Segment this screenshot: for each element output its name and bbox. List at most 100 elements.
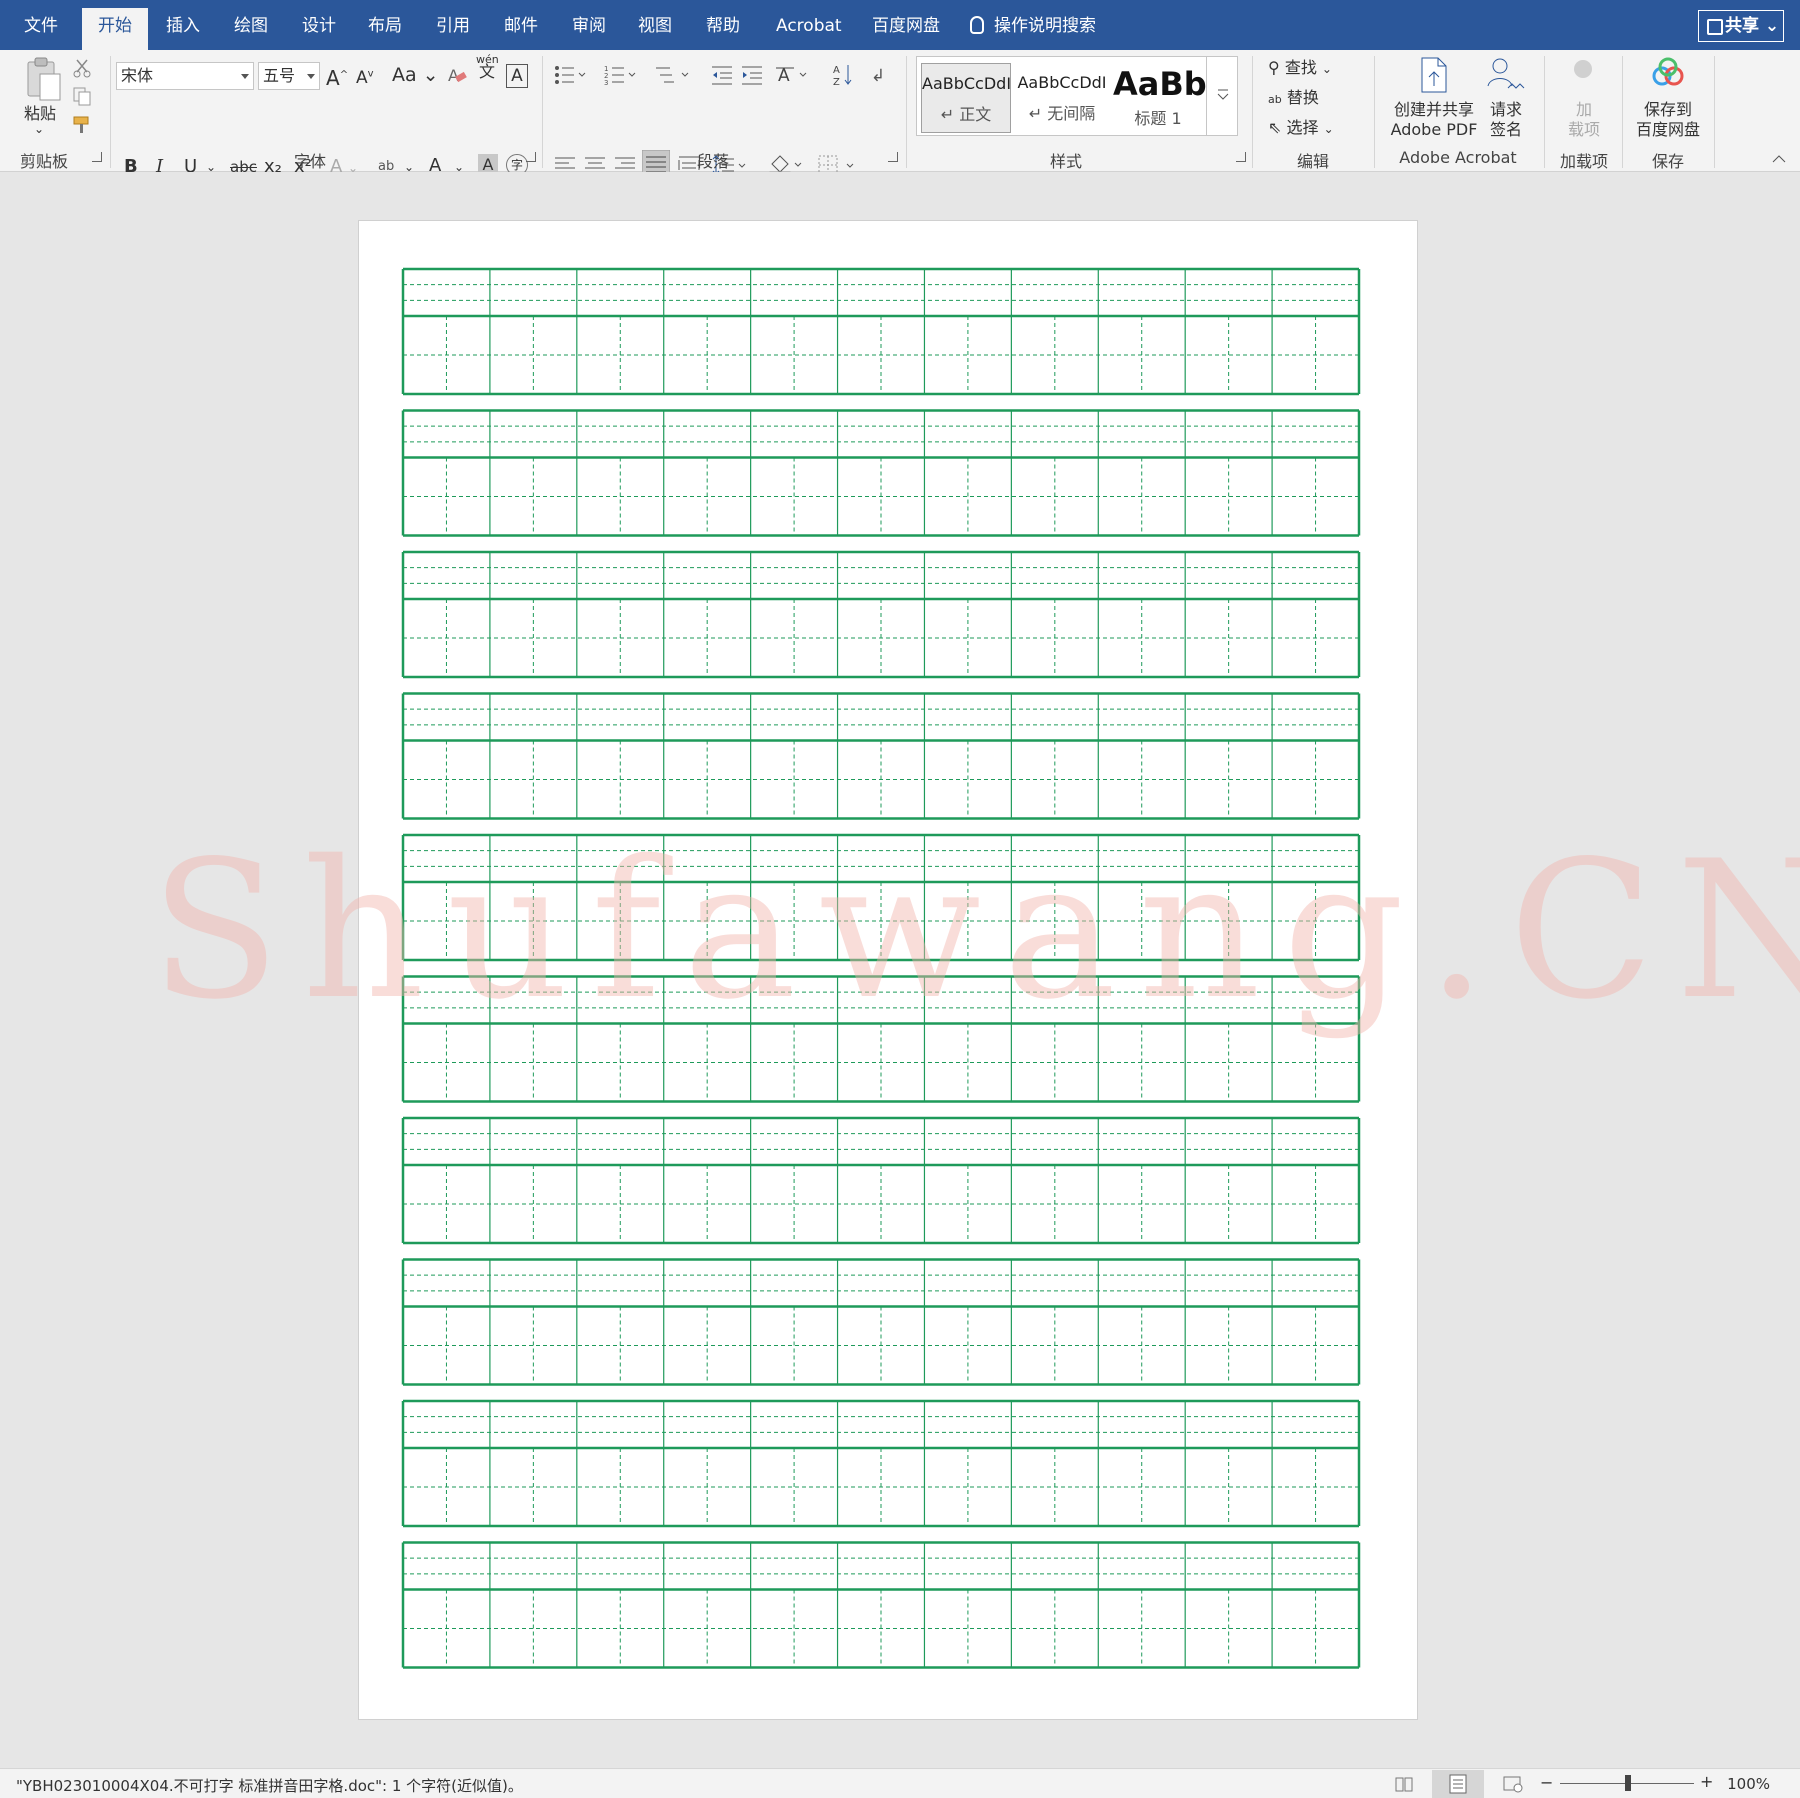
find-button[interactable]: ⚲ 查找 ⌄ bbox=[1268, 54, 1332, 78]
acrobat-group-label: Adobe Acrobat bbox=[1399, 148, 1517, 167]
numbering-icon[interactable]: 123 bbox=[604, 64, 638, 86]
style-no-spacing-sample: AaBbCcDdI bbox=[1017, 73, 1107, 92]
zoom-level[interactable]: 100% bbox=[1727, 1775, 1770, 1793]
web-layout-icon[interactable] bbox=[1502, 1775, 1524, 1793]
tab-design[interactable]: 设计 bbox=[286, 0, 352, 50]
style-normal-sample: AaBbCcDdI bbox=[922, 74, 1012, 93]
cut-icon[interactable] bbox=[72, 58, 92, 78]
tab-home[interactable]: 开始 bbox=[82, 8, 148, 50]
separator bbox=[1714, 56, 1715, 168]
request-signature-button[interactable]: 请求 签名 bbox=[1486, 100, 1526, 140]
grow-font-button[interactable]: A^ bbox=[326, 66, 348, 90]
phonetic-char: 文 bbox=[478, 62, 495, 81]
styles-group-label: 样式 bbox=[1049, 152, 1082, 171]
tab-view[interactable]: 视图 bbox=[622, 0, 688, 50]
styles-more-button[interactable] bbox=[1206, 56, 1238, 136]
save-line2: 百度网盘 bbox=[1635, 120, 1700, 139]
styles-gallery: AaBbCcDdI ↵ 正文 AaBbCcDdI ↵ 无间隔 AaBb 标题 1 bbox=[916, 56, 1238, 136]
font-size-select[interactable]: 五号 bbox=[258, 62, 320, 90]
tab-draw[interactable]: 绘图 bbox=[218, 0, 284, 50]
show-formatting-marks-icon[interactable]: ↲ bbox=[868, 64, 890, 86]
multilevel-list-icon[interactable] bbox=[654, 64, 692, 86]
tab-review[interactable]: 审阅 bbox=[556, 0, 622, 50]
separator bbox=[1544, 56, 1545, 168]
status-text: "YBH023010004X04.不可打字 标准拼音田字格.doc": 1 个字… bbox=[16, 1777, 523, 1795]
zoom-in-button[interactable]: + bbox=[1700, 1772, 1713, 1791]
tab-acrobat[interactable]: Acrobat bbox=[760, 0, 858, 50]
paste-dropdown-icon[interactable]: ⌄ bbox=[34, 122, 44, 136]
separator bbox=[906, 56, 907, 168]
style-normal[interactable]: AaBbCcDdI ↵ 正文 bbox=[921, 63, 1011, 133]
tell-me-search[interactable]: 操作说明搜索 bbox=[970, 0, 1096, 50]
style-normal-name: ↵ 正文 bbox=[940, 105, 992, 124]
paste-icon[interactable] bbox=[22, 56, 62, 104]
create-share-pdf-button[interactable]: 创建并共享 Adobe PDF bbox=[1384, 100, 1484, 140]
shrink-font-button[interactable]: Av bbox=[356, 68, 374, 88]
font-name-value: 宋体 bbox=[121, 66, 154, 85]
phonetic-guide-button[interactable]: wén 文 bbox=[476, 54, 499, 81]
tab-layout[interactable]: 布局 bbox=[352, 0, 418, 50]
font-launcher-icon[interactable] bbox=[526, 152, 536, 162]
chevron-down-icon bbox=[1217, 89, 1229, 100]
paste-button-label[interactable]: 粘贴 bbox=[18, 100, 62, 124]
separator bbox=[1622, 56, 1623, 168]
svg-text:A: A bbox=[448, 66, 459, 85]
paragraph-group-label: 段落 bbox=[696, 152, 729, 171]
clipboard-launcher-icon[interactable] bbox=[92, 152, 102, 162]
chinese-layout-icon[interactable]: A bbox=[776, 64, 810, 86]
change-case-button[interactable]: Aa ⌄ bbox=[392, 64, 439, 86]
style-no-spacing[interactable]: AaBbCcDdI ↵ 无间隔 bbox=[1017, 63, 1107, 133]
separator bbox=[1252, 56, 1253, 168]
document-area[interactable] bbox=[0, 172, 1800, 1768]
zoom-slider-thumb[interactable] bbox=[1625, 1775, 1631, 1791]
cursor-arrow-icon: ⇖ bbox=[1268, 118, 1282, 137]
addins-line2: 载项 bbox=[1567, 120, 1600, 139]
style-heading-1-sample: AaBb bbox=[1113, 65, 1207, 103]
zoom-out-button[interactable]: − bbox=[1540, 1773, 1553, 1792]
collapse-ribbon-icon[interactable] bbox=[1772, 154, 1786, 164]
ribbon: 粘贴 ⌄ 剪贴板 宋体 五号 A^ Av Aa ⌄ A wén 文 A B I U… bbox=[0, 50, 1800, 180]
baidu-netdisk-icon[interactable] bbox=[1648, 56, 1688, 90]
save-to-netdisk-button[interactable]: 保存到 百度网盘 bbox=[1628, 100, 1708, 140]
print-layout-icon bbox=[1449, 1774, 1467, 1794]
tab-file[interactable]: 文件 bbox=[8, 0, 74, 50]
font-size-value: 五号 bbox=[263, 66, 296, 85]
read-mode-icon[interactable] bbox=[1394, 1775, 1414, 1793]
tab-help[interactable]: 帮助 bbox=[690, 0, 756, 50]
select-button[interactable]: ⇖ 选择 ⌄ bbox=[1268, 114, 1334, 138]
styles-launcher-icon[interactable] bbox=[1236, 152, 1246, 162]
tab-insert[interactable]: 插入 bbox=[150, 0, 216, 50]
select-label: 选择 bbox=[1286, 118, 1319, 137]
editing-group-label: 编辑 bbox=[1296, 152, 1329, 171]
clipboard-group-label: 剪贴板 bbox=[19, 152, 68, 171]
share-label: 共享 bbox=[1725, 16, 1759, 36]
tab-mailings[interactable]: 邮件 bbox=[488, 0, 554, 50]
format-painter-icon[interactable] bbox=[72, 114, 92, 134]
request-signature-icon[interactable] bbox=[1484, 56, 1528, 96]
create-pdf-icon[interactable] bbox=[1416, 56, 1452, 96]
pinyin-tianzige-grid bbox=[401, 267, 1361, 1669]
font-name-select[interactable]: 宋体 bbox=[116, 62, 254, 90]
copy-icon[interactable] bbox=[72, 86, 92, 106]
replace-icon: ab bbox=[1268, 93, 1282, 106]
decrease-indent-icon[interactable] bbox=[710, 64, 734, 86]
paragraph-launcher-icon[interactable] bbox=[888, 152, 898, 162]
save-group-label: 保存 bbox=[1651, 152, 1684, 171]
tab-references[interactable]: 引用 bbox=[420, 0, 486, 50]
tab-baidu-netdisk[interactable]: 百度网盘 bbox=[856, 0, 956, 50]
style-heading-1[interactable]: AaBb 标题 1 bbox=[1113, 63, 1207, 133]
lightbulb-icon bbox=[970, 16, 984, 34]
replace-button[interactable]: ab 替换 bbox=[1268, 84, 1319, 108]
print-layout-button[interactable] bbox=[1432, 1770, 1484, 1798]
sort-icon[interactable]: AZ bbox=[832, 62, 854, 88]
addins-line1: 加 bbox=[1575, 100, 1592, 119]
document-page[interactable] bbox=[358, 220, 1418, 1720]
increase-indent-icon[interactable] bbox=[740, 64, 764, 86]
separator bbox=[1374, 56, 1375, 168]
svg-text:Z: Z bbox=[833, 77, 840, 88]
character-border-button[interactable]: A bbox=[506, 64, 528, 88]
clear-formatting-icon[interactable]: A bbox=[446, 64, 468, 86]
share-button[interactable]: 共享 ⌄ bbox=[1698, 10, 1784, 42]
bullets-icon[interactable] bbox=[554, 64, 588, 86]
addins-button[interactable]: 加载项 bbox=[1560, 100, 1608, 140]
